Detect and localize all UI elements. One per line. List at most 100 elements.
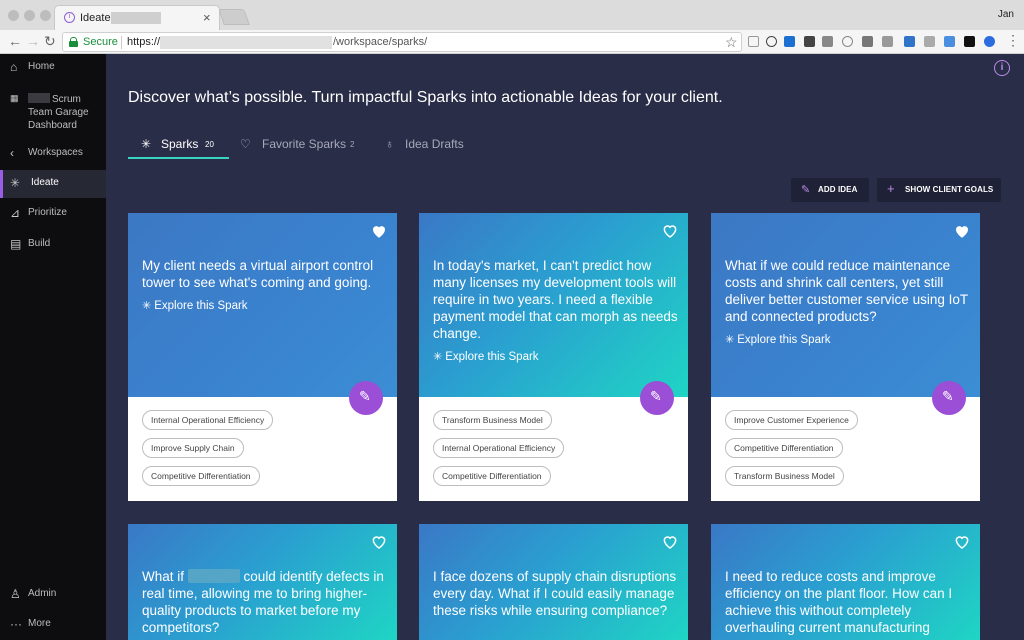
- explore-spark-link[interactable]: ✳ Explore this Spark: [433, 349, 678, 366]
- page-title: Discover what’s possible. Turn impactful…: [128, 89, 723, 106]
- sidebar-item-workspaces[interactable]: ‹ Workspaces: [0, 140, 106, 168]
- goal-tag: Competitive Differentiation: [725, 438, 843, 458]
- heart-filled-icon[interactable]: [953, 222, 971, 240]
- pencil-icon: ✎: [650, 388, 662, 404]
- spark-card[interactable]: What if we could reduce maintenance cost…: [711, 213, 980, 501]
- explore-label: Explore this Spark: [154, 300, 248, 312]
- browser-titlebar: i Ideate | × Jan: [0, 0, 1024, 30]
- browser-tab[interactable]: i Ideate | ×: [54, 5, 220, 30]
- heart-outline-icon[interactable]: [953, 533, 971, 551]
- spark-icon: ✳: [725, 334, 735, 346]
- minimize-window-button[interactable]: [24, 10, 35, 21]
- user-icon: ♙: [10, 587, 21, 601]
- spark-card-text: I need to reduce costs and improve effic…: [725, 568, 970, 636]
- explore-spark-link[interactable]: ✳ Explore this Spark: [142, 298, 387, 315]
- more-dots-icon: ···: [10, 617, 22, 631]
- sidebar-item-label: Prioritize: [28, 207, 67, 218]
- edit-spark-button[interactable]: ✎: [932, 381, 966, 415]
- spark-card[interactable]: I need to reduce costs and improve effic…: [711, 524, 980, 640]
- extension-icon[interactable]: [904, 36, 915, 47]
- heart-outline-icon[interactable]: [661, 222, 679, 240]
- extension-icon[interactable]: [964, 36, 975, 47]
- spark-card[interactable]: I face dozens of supply chain disruption…: [419, 524, 688, 640]
- spark-card-header: My client needs a virtual airport contro…: [128, 213, 397, 397]
- secure-label: Secure: [83, 36, 118, 48]
- spark-card-header: I need to reduce costs and improve effic…: [711, 524, 980, 640]
- url-divider: [121, 36, 122, 49]
- spark-card[interactable]: In today's market, I can't predict how m…: [419, 213, 688, 501]
- extension-icon[interactable]: [766, 36, 777, 47]
- url-prefix: https://: [127, 36, 161, 48]
- spark-card-text: My client needs a virtual airport contro…: [142, 257, 387, 315]
- reload-icon[interactable]: ↻: [44, 33, 56, 50]
- explore-spark-link[interactable]: ✳ Explore this Spark: [725, 332, 970, 349]
- new-tab-button[interactable]: [218, 9, 250, 25]
- pencil-icon: ✎: [942, 388, 954, 404]
- lock-icon: [69, 37, 78, 47]
- extension-icon[interactable]: [984, 36, 995, 47]
- sidebar-item-label: Build: [28, 238, 51, 249]
- sidebar-item-build[interactable]: ▤ Build: [0, 231, 106, 259]
- extension-icon[interactable]: [924, 36, 935, 47]
- bookmark-star-icon[interactable]: ☆: [725, 34, 738, 51]
- browser-menu-icon[interactable]: ⋮: [1006, 32, 1020, 49]
- extension-icon[interactable]: [822, 36, 833, 47]
- close-tab-icon[interactable]: ×: [203, 10, 211, 25]
- extension-icon[interactable]: [862, 36, 873, 47]
- heart-outline-icon[interactable]: [661, 533, 679, 551]
- tab-bar: ✳ Sparks 20 ♡ Favorite Sparks 2 ♁ Idea D…: [128, 134, 1008, 160]
- extension-icon[interactable]: [882, 36, 893, 47]
- explore-label: Explore this Spark: [445, 351, 539, 363]
- sidebar-item-home[interactable]: ⌂ Home: [0, 54, 106, 82]
- sidebar-item-admin[interactable]: ♙ Admin: [0, 581, 106, 609]
- edit-spark-button[interactable]: ✎: [640, 381, 674, 415]
- goal-tag: Competitive Differentiation: [142, 466, 260, 486]
- close-window-button[interactable]: [8, 10, 19, 21]
- address-bar[interactable]: Secure https:// /workspace/sparks/ ☆: [62, 32, 742, 52]
- heart-outline-icon[interactable]: [370, 533, 388, 551]
- back-arrow-icon[interactable]: ←: [8, 33, 22, 49]
- spark-card-text: I face dozens of supply chain disruption…: [433, 568, 678, 619]
- tab-favorite-sparks[interactable]: ♡ Favorite Sparks 2: [240, 134, 370, 160]
- maximize-window-button[interactable]: [40, 10, 51, 21]
- tab-idea-drafts[interactable]: ♁ Idea Drafts: [383, 134, 483, 160]
- show-client-goals-button[interactable]: + SHOW CLIENT GOALS: [877, 178, 1001, 202]
- spark-description: In today's market, I can't predict how m…: [433, 258, 678, 341]
- spark-card-text: What if could identify defects in real t…: [142, 568, 387, 636]
- heart-filled-icon[interactable]: [370, 222, 388, 240]
- main-content: i Discover what’s possible. Turn impactf…: [106, 54, 1024, 640]
- spark-description: What if we could reduce maintenance cost…: [725, 258, 968, 324]
- spark-card[interactable]: My client needs a virtual airport contro…: [128, 213, 397, 501]
- edit-spark-button[interactable]: ✎: [349, 381, 383, 415]
- tab-label: Sparks: [161, 137, 199, 151]
- sidebar-item-more[interactable]: ··· More: [0, 611, 106, 639]
- spark-icon: ✳: [10, 176, 21, 190]
- sidebar-item-ideate[interactable]: ✳ Ideate: [0, 170, 106, 198]
- add-idea-button[interactable]: ✎ ADD IDEA: [791, 178, 869, 202]
- extension-icon[interactable]: [804, 36, 815, 47]
- tab-label: Idea Drafts: [405, 137, 464, 151]
- extension-icon[interactable]: [748, 36, 759, 47]
- spark-icon: ✳: [433, 351, 443, 363]
- home-icon: ⌂: [10, 60, 18, 74]
- sidebar-item-label: More: [28, 618, 51, 629]
- info-icon[interactable]: i: [994, 60, 1010, 76]
- browser-user-name[interactable]: Jan: [998, 9, 1014, 20]
- goal-tag: Improve Customer Experience: [725, 410, 858, 430]
- spark-card[interactable]: What if could identify defects in real t…: [128, 524, 397, 640]
- sidebar-item-dashboard[interactable]: ▦ Scrum Team Garage Dashboard: [0, 84, 106, 132]
- add-idea-label: ADD IDEA: [818, 185, 858, 194]
- extension-icon[interactable]: [944, 36, 955, 47]
- spark-icon: ✳: [142, 300, 152, 312]
- lightbulb-icon: ♁: [385, 137, 394, 151]
- forward-arrow-icon[interactable]: →: [26, 33, 40, 49]
- extension-icon[interactable]: [784, 36, 795, 47]
- grid-icon: ▦: [10, 93, 19, 103]
- browser-toolbar: ← → ↻ Secure https:// /workspace/sparks/…: [0, 30, 1024, 54]
- sidebar-item-prioritize[interactable]: ⊿ Prioritize: [0, 200, 106, 228]
- spark-card-text: In today's market, I can't predict how m…: [433, 257, 678, 366]
- tab-sparks[interactable]: ✳ Sparks 20: [128, 134, 229, 160]
- spark-card-text: What if we could reduce maintenance cost…: [725, 257, 970, 349]
- sidebar-item-label: Scrum Team Garage Dashboard: [28, 94, 89, 131]
- extension-icon[interactable]: [842, 36, 853, 47]
